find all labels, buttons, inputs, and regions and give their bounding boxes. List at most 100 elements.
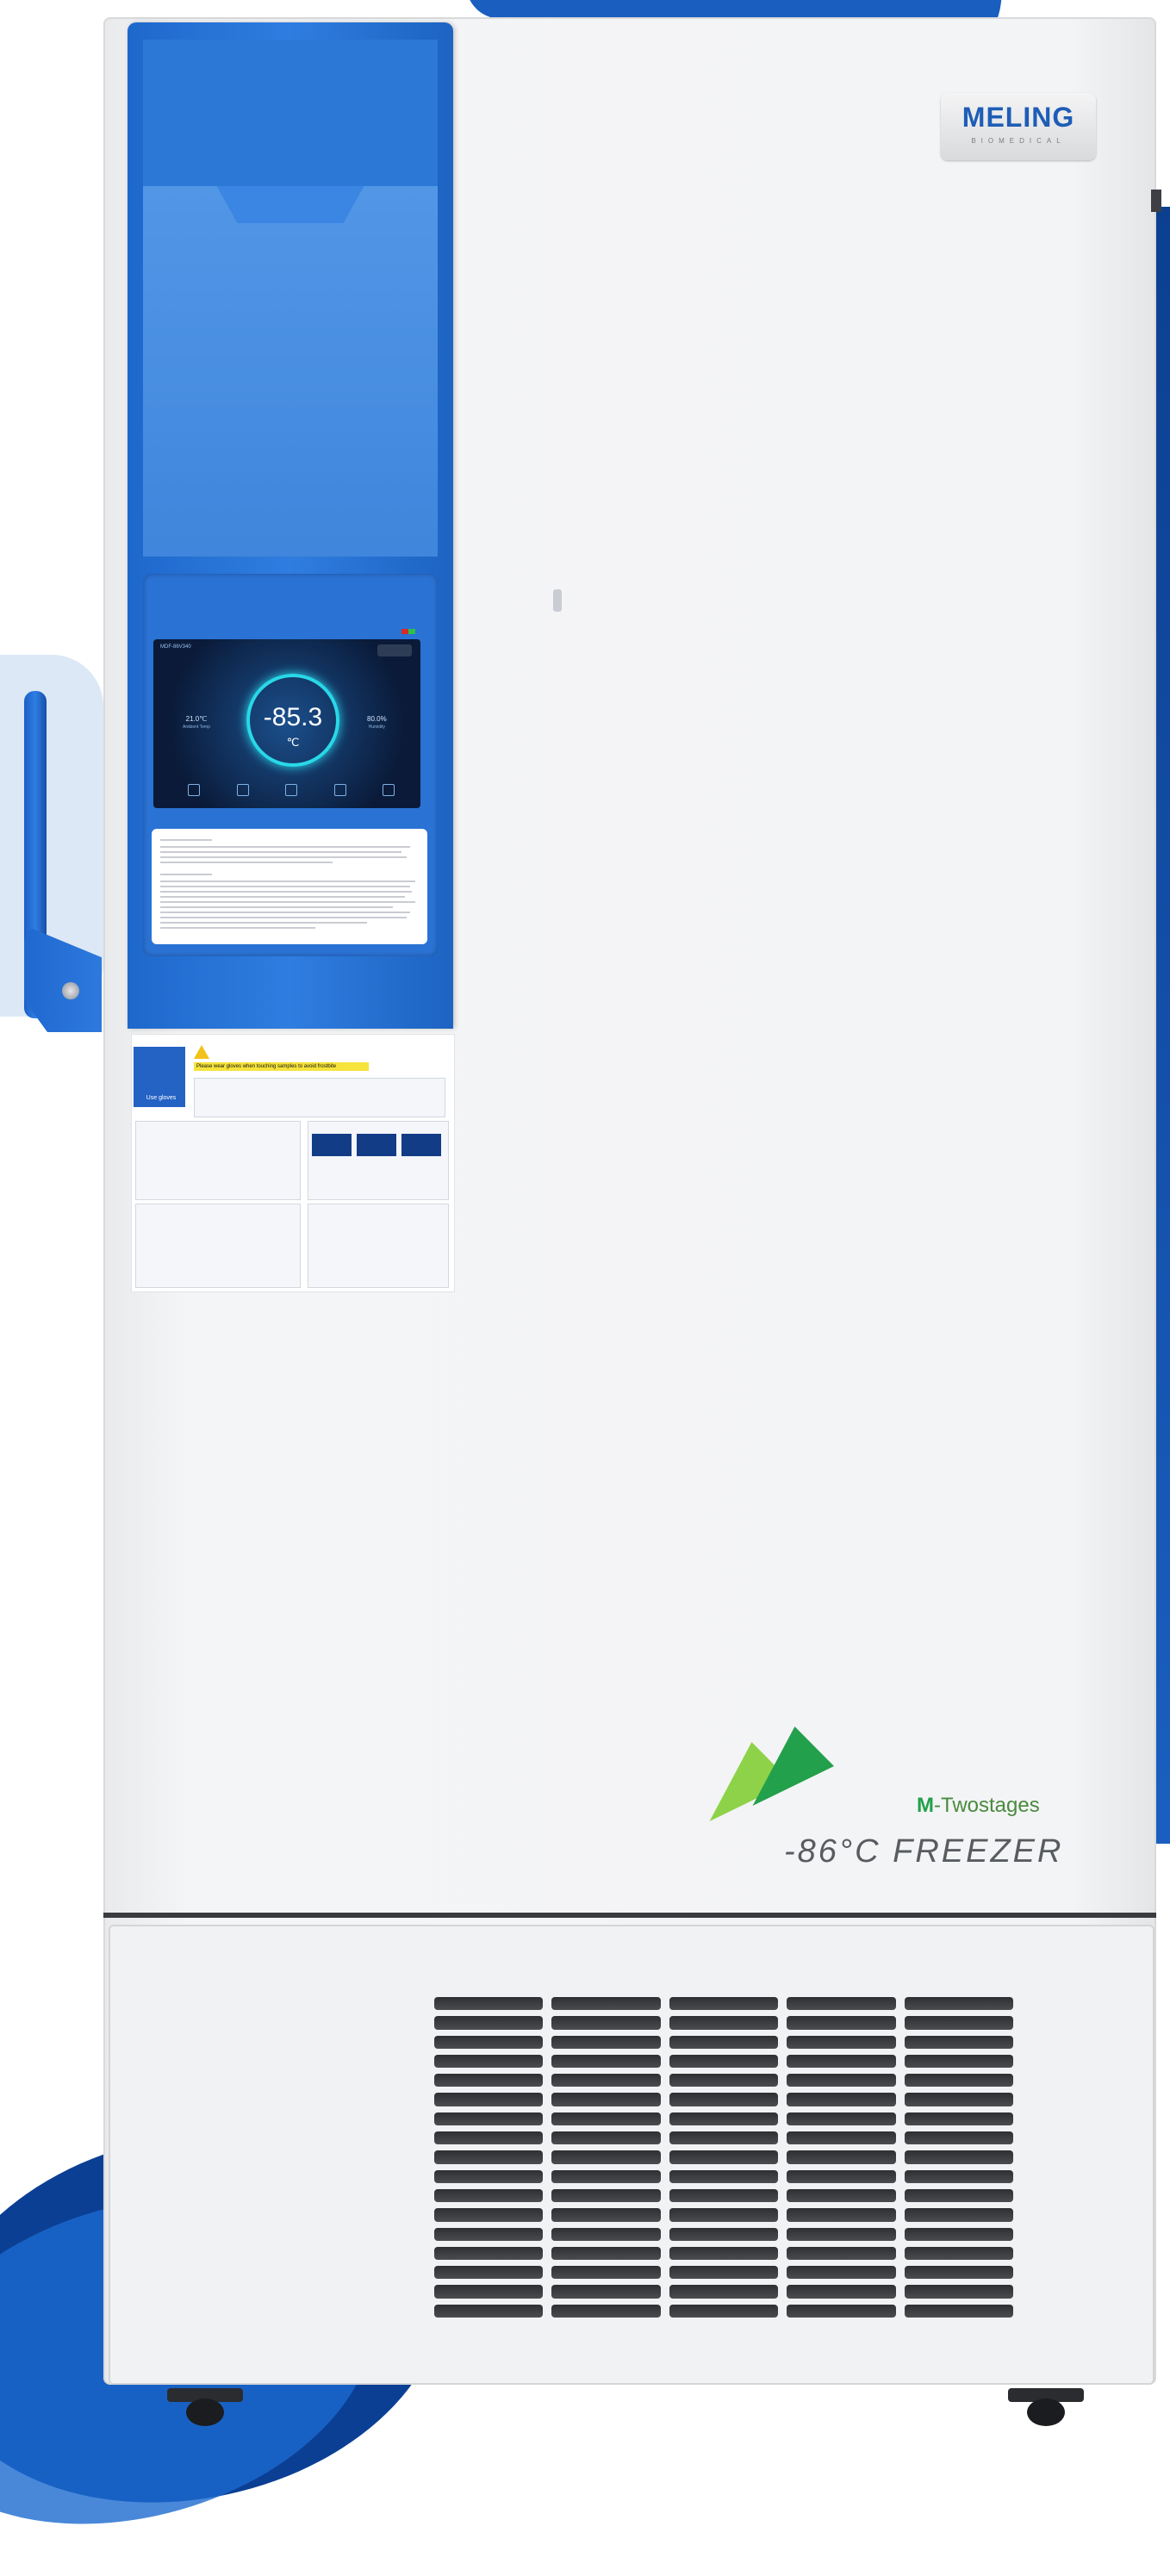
wheel-icon <box>1027 2399 1065 2426</box>
vent-column <box>551 1997 661 2318</box>
vent-slot <box>669 2266 779 2280</box>
instruction-line <box>160 856 407 858</box>
vent-slot <box>669 2285 779 2299</box>
vent-slot <box>669 2188 779 2203</box>
vent-slot <box>434 2150 544 2164</box>
pocket-flap <box>143 186 438 557</box>
vent-slot <box>787 2304 896 2318</box>
series-m: M <box>917 1794 934 1817</box>
temperature-unit: ℃ <box>286 736 300 749</box>
vent-slot <box>904 2285 1014 2299</box>
instruction-line <box>160 846 410 848</box>
vent-slot <box>787 1997 896 2011</box>
vent-slot <box>434 2131 544 2145</box>
vent-slot <box>904 2227 1014 2241</box>
vent-slot <box>904 2304 1014 2318</box>
vent-slot <box>669 2227 779 2241</box>
sticker-diagram-racks <box>135 1121 301 1200</box>
ambient-readout: 21.0℃ Ambient Temp <box>183 715 210 730</box>
vent-slot <box>904 2054 1014 2069</box>
nav-icon-2[interactable] <box>236 784 249 796</box>
instruction-line <box>160 896 405 898</box>
sticker-mini-screen <box>401 1134 441 1156</box>
vent-slot <box>434 2016 544 2030</box>
glove-caption: Use gloves <box>146 1095 177 1101</box>
vent-slot <box>669 2054 779 2069</box>
vent-slot <box>551 2131 661 2145</box>
vent-slot <box>787 2246 896 2261</box>
display-header: MDF-86V340 <box>160 644 191 650</box>
warning-banner: Please wear gloves when touching samples… <box>194 1062 369 1071</box>
instruction-line <box>160 906 393 908</box>
vent-slot <box>787 2112 896 2126</box>
vent-slot <box>904 2150 1014 2164</box>
instruction-line <box>160 891 412 893</box>
pocket-back <box>143 40 438 186</box>
vent-slot <box>551 2188 661 2203</box>
sticker-mini-screen <box>312 1134 352 1156</box>
sticker-screens-panel <box>308 1121 449 1200</box>
warning-icon <box>194 1045 209 1059</box>
touch-display[interactable]: MDF-86V340 -85.3 ℃ 21.0℃ Ambient Temp 80… <box>153 639 420 808</box>
vent-slot <box>787 2054 896 2069</box>
vent-slot <box>669 2131 779 2145</box>
glove-icon: Use gloves <box>134 1047 185 1107</box>
instruction-line <box>160 851 401 853</box>
instruction-card <box>152 829 427 944</box>
vent-slot <box>669 2169 779 2183</box>
vent-slot <box>551 2285 661 2299</box>
vent-slot <box>669 2074 779 2088</box>
vent-slot <box>904 2266 1014 2280</box>
instruction-line <box>160 917 407 918</box>
vent-slot <box>787 2227 896 2241</box>
vent-slot <box>669 2016 779 2030</box>
logo-word: MELING <box>962 102 1075 133</box>
instruction-line <box>160 874 212 875</box>
nav-icon-5[interactable] <box>383 784 395 796</box>
vent-slot <box>787 2285 896 2299</box>
vent-slot <box>904 2016 1014 2030</box>
humidity-value: 80.0% <box>367 715 387 723</box>
logo-subtitle: BIOMEDICAL <box>971 137 1066 145</box>
vent-slot <box>551 2093 661 2106</box>
vent-slot <box>904 2035 1014 2049</box>
vent-slot <box>551 2074 661 2088</box>
vent-slot <box>551 2266 661 2280</box>
vent-slot <box>787 2131 896 2145</box>
vent-slot <box>787 2188 896 2203</box>
vent-slot <box>434 2074 544 2088</box>
vent-slot <box>551 2227 661 2241</box>
side-latch <box>1151 190 1161 212</box>
door-hinge <box>553 589 562 612</box>
freezer-model-text: -86°C FREEZER <box>784 1833 1064 1870</box>
vent-slot <box>787 2074 896 2088</box>
sticker-diagram-door <box>135 1204 301 1288</box>
status-leds <box>401 629 415 634</box>
vent-slot <box>434 2112 544 2126</box>
vent-slot <box>434 1997 544 2011</box>
instruction-line <box>160 927 315 929</box>
vent-slot <box>434 2227 544 2241</box>
instruction-line <box>160 901 415 903</box>
nav-icon-1[interactable] <box>188 784 200 796</box>
series-name: M-Twostages <box>917 1794 1040 1818</box>
vent-slot <box>787 2035 896 2049</box>
brand-logo: MELING BIOMEDICAL <box>941 93 1096 160</box>
vent-slot <box>787 2169 896 2183</box>
vent-slot <box>434 2208 544 2222</box>
ambient-label: Ambient Temp <box>183 725 210 730</box>
instruction-line <box>160 912 410 913</box>
vent-slot <box>551 2304 661 2318</box>
handle-lock-icon[interactable] <box>62 982 79 999</box>
vent-slot <box>551 2054 661 2069</box>
nav-icon-4[interactable] <box>333 784 346 796</box>
vent-slot <box>787 2093 896 2106</box>
vent-slot <box>904 2093 1014 2106</box>
vent-slot <box>434 2285 544 2299</box>
vent-slot <box>669 2304 779 2318</box>
instruction-line <box>160 839 212 841</box>
nav-icon-3[interactable] <box>285 784 297 796</box>
vent-slot <box>669 2093 779 2106</box>
vent-slot <box>551 2112 661 2126</box>
display-top-icons[interactable] <box>377 644 412 656</box>
